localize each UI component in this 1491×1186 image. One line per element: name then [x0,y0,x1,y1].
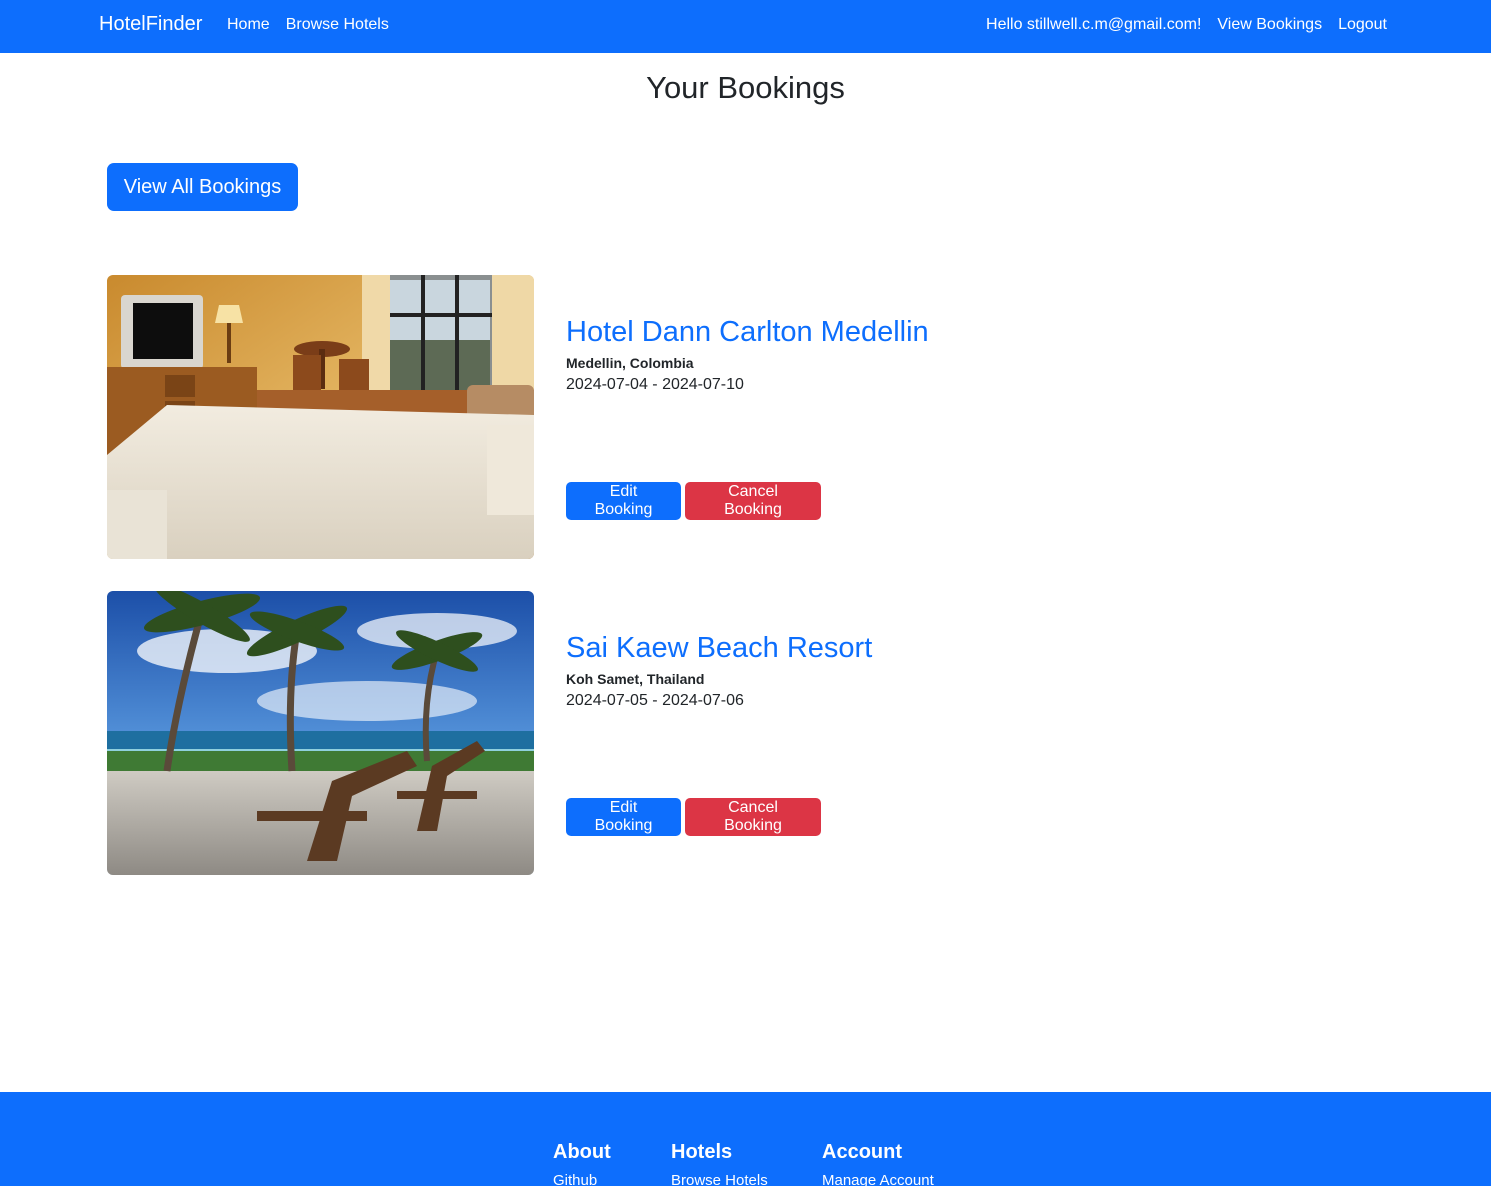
footer-hotels-heading: Hotels [671,1141,733,1163]
booking-info: Hotel Dann Carlton Medellin Medellin, Co… [566,313,929,394]
page-title: Your Bookings [646,70,845,105]
booking-info: Sai Kaew Beach Resort Koh Samet, Thailan… [566,629,872,710]
hotel-location: Medellin, Colombia [566,355,694,371]
cancel-booking-button[interactable]: Cancel Booking [685,482,821,520]
booking-actions: Edit Booking Cancel Booking [566,482,821,520]
edit-booking-button[interactable]: Edit Booking [566,798,681,836]
footer-account-heading: Account [822,1141,902,1163]
edit-booking-button[interactable]: Edit Booking [566,482,681,520]
hotel-location: Koh Samet, Thailand [566,671,705,687]
hotel-room-image[interactable] [107,275,534,559]
footer-manage-account-link[interactable]: Manage Account [822,1172,934,1186]
hotel-name-link[interactable]: Sai Kaew Beach Resort [566,629,872,667]
brand-link[interactable]: HotelFinder [99,13,202,36]
view-all-bookings-button[interactable]: View All Bookings [107,163,298,211]
booking-card: Sai Kaew Beach Resort Koh Samet, Thailan… [107,591,1407,875]
cancel-booking-button[interactable]: Cancel Booking [685,798,821,836]
top-navbar: HotelFinder Home Browse Hotels Hello sti… [0,0,1491,53]
booking-dates: 2024-07-04 - 2024-07-10 [566,376,744,393]
footer-browse-hotels-link[interactable]: Browse Hotels [671,1172,768,1186]
nav-left: Home Browse Hotels [227,16,389,34]
footer-account-column: Account Manage Account [822,1141,934,1186]
beach-resort-image[interactable] [107,591,534,875]
booking-actions: Edit Booking Cancel Booking [566,798,821,836]
booking-card: Hotel Dann Carlton Medellin Medellin, Co… [107,275,1407,559]
user-greeting: Hello stillwell.c.m@gmail.com! [986,16,1202,33]
booking-dates: 2024-07-05 - 2024-07-06 [566,692,744,709]
hotel-name-link[interactable]: Hotel Dann Carlton Medellin [566,313,929,351]
nav-browse-hotels-link[interactable]: Browse Hotels [286,16,389,34]
footer-about-column: About Github [553,1141,611,1186]
nav-logout-link[interactable]: Logout [1338,16,1387,34]
nav-home-link[interactable]: Home [227,16,270,34]
footer-about-heading: About [553,1141,611,1163]
nav-view-bookings-link[interactable]: View Bookings [1217,16,1322,34]
footer-github-link[interactable]: Github [553,1172,611,1186]
footer-hotels-column: Hotels Browse Hotels [671,1141,768,1186]
site-footer: About Github Hotels Browse Hotels Accoun… [0,1092,1491,1186]
nav-right: Hello stillwell.c.m@gmail.com! View Book… [986,16,1387,34]
